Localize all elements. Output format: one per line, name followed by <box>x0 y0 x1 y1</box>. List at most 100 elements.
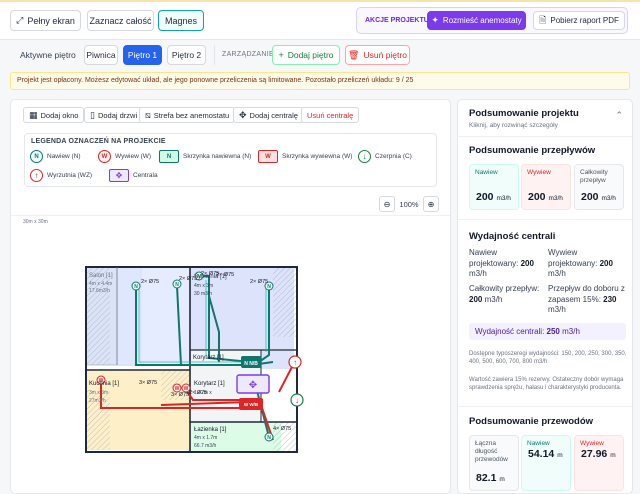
project-actions-group: AKCJE PROJEKTU ✦ Rozmieść anemostaty 🗎 P… <box>356 7 628 34</box>
unit: m3/h <box>548 195 563 202</box>
remove-unit-label: Usuń centralę <box>307 110 354 120</box>
select-all-button[interactable]: Zaznacz całość <box>87 10 154 31</box>
legend-label: Nawiew (N) <box>47 153 81 160</box>
document-icon: 🗎 <box>539 15 547 25</box>
no-diffuser-zone-label: Strefa bez anemostatu <box>153 110 230 120</box>
door-icon: ▯ <box>90 109 95 120</box>
card-value: 200 m3/h <box>476 191 511 203</box>
airflow-supply-value: 200 <box>476 191 494 203</box>
zone-icon: ⧅ <box>145 109 151 120</box>
card-label: Nawiew <box>475 169 498 176</box>
zoom-in-button[interactable]: ⊕ <box>423 196 439 212</box>
sparkle-icon: ✦ <box>431 15 439 25</box>
exhaust-symbol-icon: W <box>98 150 111 163</box>
total-flow: Całkowity przepływ: 200 m3/h <box>469 284 545 305</box>
legend-label: Skrzynka wywiewna (W) <box>282 153 353 160</box>
card-label: Nawiew <box>527 440 550 447</box>
design-supply-value: 200 <box>520 258 534 268</box>
summary-header[interactable]: Podsumowanie projektu Kliknij, aby rozwi… <box>458 100 632 134</box>
window-icon: ▦ <box>29 109 38 120</box>
legend-item-outlet: ↑ Wyrzutnia (WZ) <box>30 169 92 182</box>
legend-label: Wyrzutnia (WZ) <box>47 172 93 179</box>
ducts-supply-card: Nawiew 54.14 m <box>521 435 571 491</box>
zoom-level: 100% <box>399 199 419 209</box>
fullscreen-button[interactable]: ⤢ Pełny ekran <box>10 10 81 31</box>
expand-icon: ⤢ <box>16 15 24 25</box>
top-toolbar: ⤢ Pełny ekran Zaznacz całość Magnes AKCJ… <box>0 0 640 40</box>
remove-unit-button[interactable]: Usuń centralę <box>301 107 360 123</box>
floor-bar: Aktywne piętro Piwnica Piętro 1 Piętro 2… <box>10 43 630 67</box>
add-unit-button[interactable]: ✥ Dodaj centralę <box>233 107 304 123</box>
move-icon: ✥ <box>239 109 247 120</box>
floor-tab-floor-2[interactable]: Piętro 2 <box>167 45 206 65</box>
ducts-total-value: 82.1 <box>476 472 497 484</box>
card-value: 27.96 m <box>581 448 616 460</box>
legend-item-exhaust-box: W Skrzynka wywiewna (W) <box>258 150 352 163</box>
remove-floor-label: Usuń piętro <box>363 50 407 60</box>
supply-box-symbol-icon: N <box>159 150 179 163</box>
unit: m3/h <box>548 305 566 314</box>
airflow-exhaust-value: 200 <box>528 191 546 203</box>
floor-tab-label: Piętro 2 <box>171 50 202 60</box>
capacity-reserve-note: Wartość zawiera 15% rezerwy. Ostateczny … <box>469 377 624 391</box>
plus-icon: + <box>278 49 284 60</box>
floor-tab-floor-1[interactable]: Piętro 1 <box>123 45 162 65</box>
legend-label: Centrala <box>133 172 158 179</box>
total-flow-value: 200 <box>469 294 483 304</box>
card-label: Całkowity przepływ <box>580 169 608 184</box>
total-flow-label: Całkowity przepływ: <box>469 284 540 293</box>
capacity-series-note: Dostępne typoszeregi wydajności: 150, 20… <box>469 351 627 365</box>
airflow-total-card: Całkowity przepływ 200 m3/h <box>574 164 624 210</box>
design-supply-label: Nawiew projektowany: <box>469 248 519 268</box>
remove-floor-button[interactable]: 🗑 Usuń piętro <box>345 45 410 65</box>
card-value: 200 m3/h <box>581 191 616 203</box>
select-all-label: Zaznacz całość <box>89 15 152 26</box>
summary-panel: Podsumowanie projektu Kliknij, aby rozwi… <box>457 99 633 494</box>
zoom-out-button[interactable]: ⊖ <box>379 196 395 212</box>
zoom-out-icon: ⊖ <box>383 199 391 209</box>
unit: m3/h <box>548 269 566 278</box>
reserve-flow: Przepływ do doboru z zapasem 15%: 230 m3… <box>548 284 630 316</box>
chevron-up-icon: ⌃ <box>615 110 623 120</box>
unit: m3/h <box>484 294 503 304</box>
top-accent-line <box>0 0 640 2</box>
place-diffusers-button[interactable]: ✦ Rozmieść anemostaty <box>427 11 526 30</box>
download-report-button[interactable]: 🗎 Pobierz raport PDF <box>533 11 625 30</box>
unit-symbol-icon: ✥ <box>109 169 129 182</box>
trash-icon: 🗑 <box>348 49 360 60</box>
arrow-down-icon: ↓ <box>358 150 371 163</box>
floor-plan-canvas[interactable] <box>11 215 450 493</box>
card-value: 200 m3/h <box>528 191 563 203</box>
design-supply: Nawiew projektowany: 200 m3/h <box>469 248 545 280</box>
unit: m3/h <box>496 195 511 202</box>
legend-item-unit: ✥ Centrala <box>109 169 158 182</box>
airflow-supply-card: Nawiew 200 m3/h <box>469 164 519 210</box>
legend: LEGENDA OZNACZEŃ NA PROJEKCIE N Nawiew (… <box>24 133 437 187</box>
magnet-button[interactable]: Magnes <box>158 10 204 31</box>
add-window-button[interactable]: ▦ Dodaj okno <box>23 107 85 123</box>
canvas-dimension-label: 30m x 30m <box>23 219 48 225</box>
design-exhaust: Wywiew projektowany: 200 m3/h <box>548 248 628 280</box>
unit-capacity-result: Wydajność centrali: 250 m3/h <box>469 323 626 340</box>
active-floor-label: Aktywne piętro <box>20 50 76 60</box>
project-actions-label: AKCJE PROJEKTU <box>365 17 429 24</box>
add-door-button[interactable]: ▯ Dodaj drzwi <box>84 107 144 123</box>
ducts-total-card: Łączna długość przewodów 82.1 m <box>469 435 519 491</box>
unit-capacity-value: 250 <box>546 327 560 336</box>
summary-subtitle: Kliknij, aby rozwinąć szczegóły <box>469 122 558 129</box>
unit: m <box>610 452 616 459</box>
add-floor-label: Dodaj piętro <box>287 50 334 60</box>
supply-symbol-icon: N <box>30 150 43 163</box>
divider <box>458 406 632 407</box>
canvas-panel: ▦ Dodaj okno ▯ Dodaj drzwi ⧅ Strefa bez … <box>10 99 451 494</box>
fullscreen-label: Pełny ekran <box>27 15 75 26</box>
exhaust-box-symbol-icon: W <box>258 150 278 163</box>
design-exhaust-value: 200 <box>599 258 613 268</box>
unit-capacity-label: Wydajność centrali: <box>475 327 545 336</box>
unit: m3/h <box>562 327 580 336</box>
no-diffuser-zone-button[interactable]: ⧅ Strefa bez anemostatu <box>139 107 236 123</box>
divider <box>214 45 215 65</box>
add-floor-button[interactable]: + Dodaj piętro <box>272 45 340 65</box>
legend-label: Wywiew (W) <box>115 153 152 160</box>
floor-tab-basement[interactable]: Piwnica <box>84 45 118 65</box>
